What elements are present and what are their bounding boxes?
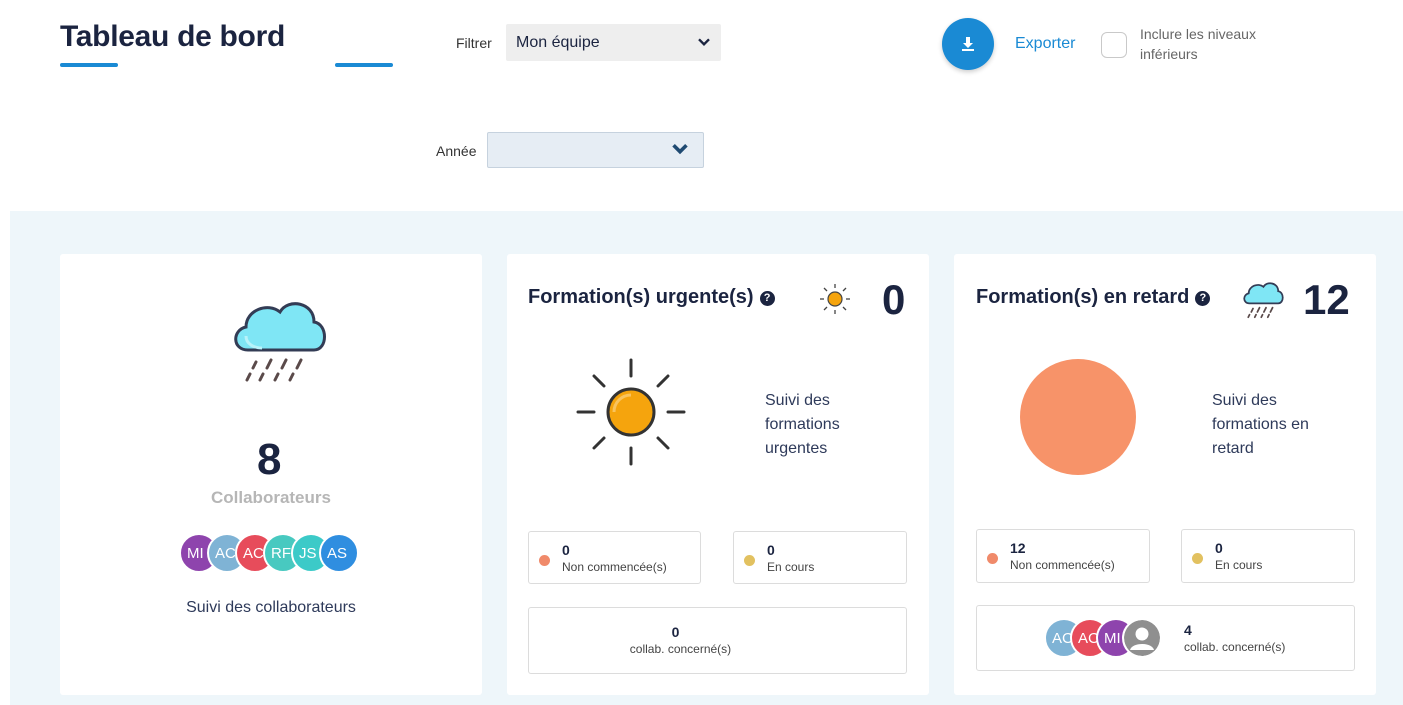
export-button[interactable] [942, 18, 994, 70]
help-icon[interactable]: ? [1195, 291, 1211, 306]
urgent-concerned-box[interactable]: 0 collab. concerné(s) [528, 607, 907, 674]
rain-cloud-icon [1243, 282, 1284, 319]
overdue-not-started-value: 12 [1010, 540, 1026, 556]
urgent-count: 0 [882, 276, 906, 323]
chevron-down-icon [698, 37, 710, 46]
overdue-title: Formation(s) en retard? [976, 286, 1211, 309]
overdue-in-progress-box[interactable]: 0 En cours [1181, 529, 1355, 583]
pie-slice-not-started[interactable] [1020, 359, 1136, 475]
year-label: Année [436, 143, 477, 159]
urgent-in-progress-box[interactable]: 0 En cours [733, 531, 907, 584]
urgent-not-started-value: 0 [562, 542, 570, 558]
rain-cloud-icon [234, 302, 326, 382]
overdue-concerned-label: collab. concerné(s) [1184, 640, 1286, 654]
urgent-concerned-label: collab. concerné(s) [629, 642, 732, 656]
urgent-concerned-value: 0 [671, 624, 680, 640]
user-icon[interactable] [1122, 618, 1162, 658]
collaborators-avatar-group[interactable]: MI AC AC RF JS AS [179, 533, 379, 577]
collaborators-label: Collaborateurs [211, 488, 331, 507]
overdue-not-started-box[interactable]: 12 Non commencée(s) [976, 529, 1150, 583]
avatar[interactable]: AS [319, 533, 359, 573]
help-icon[interactable]: ? [759, 291, 775, 306]
download-icon [962, 37, 974, 51]
sun-icon [820, 284, 850, 314]
overdue-follow-link[interactable]: Suivi des formations en retard [1212, 389, 1332, 461]
overdue-count: 12 [1303, 276, 1350, 323]
overdue-in-progress-label: En cours [1215, 558, 1263, 572]
export-link[interactable]: Exporter [1015, 35, 1075, 53]
collaborators-follow-link[interactable]: Suivi des collaborateurs [60, 599, 482, 617]
filter-label: Filtrer [456, 35, 492, 51]
sun-icon [576, 358, 686, 466]
urgent-not-started-label: Non commencée(s) [562, 560, 667, 574]
urgent-title-text: Formation(s) urgente(s) [528, 286, 754, 308]
tab-indicator-active [60, 63, 118, 67]
overdue-in-progress-value: 0 [1215, 540, 1223, 556]
in-progress-dot [744, 555, 755, 566]
overdue-concerned-value: 4 [1184, 622, 1192, 638]
overdue-concerned-box[interactable]: AC AC MI 4 collab. concerné(s) [976, 605, 1355, 671]
urgent-in-progress-label: En cours [767, 560, 815, 574]
page-title: Tableau de bord [60, 20, 285, 53]
tab-indicator [335, 63, 393, 67]
urgent-title: Formation(s) urgente(s)? [528, 286, 775, 309]
urgent-follow-link[interactable]: Suivi des formations urgentes [765, 389, 885, 461]
not-started-dot [987, 553, 998, 564]
overdue-avatar-group[interactable]: AC AC MI [1044, 618, 1174, 662]
in-progress-dot [1192, 553, 1203, 564]
year-select[interactable] [487, 132, 704, 168]
chevron-down-icon [672, 143, 688, 155]
overdue-title-text: Formation(s) en retard [976, 286, 1190, 308]
overdue-not-started-label: Non commencée(s) [1010, 558, 1115, 572]
urgent-in-progress-value: 0 [767, 542, 775, 558]
collaborators-count: 8 [257, 435, 282, 484]
filter-select-value: Mon équipe [516, 33, 600, 51]
not-started-dot [539, 555, 550, 566]
filter-select[interactable]: Mon équipe [506, 24, 721, 61]
urgent-not-started-box[interactable]: 0 Non commencée(s) [528, 531, 701, 584]
overdue-pie-chart[interactable] [1019, 358, 1137, 476]
include-sublevels-checkbox[interactable] [1101, 32, 1127, 58]
include-sublevels-label: Inclure les niveaux inférieurs [1140, 26, 1256, 62]
